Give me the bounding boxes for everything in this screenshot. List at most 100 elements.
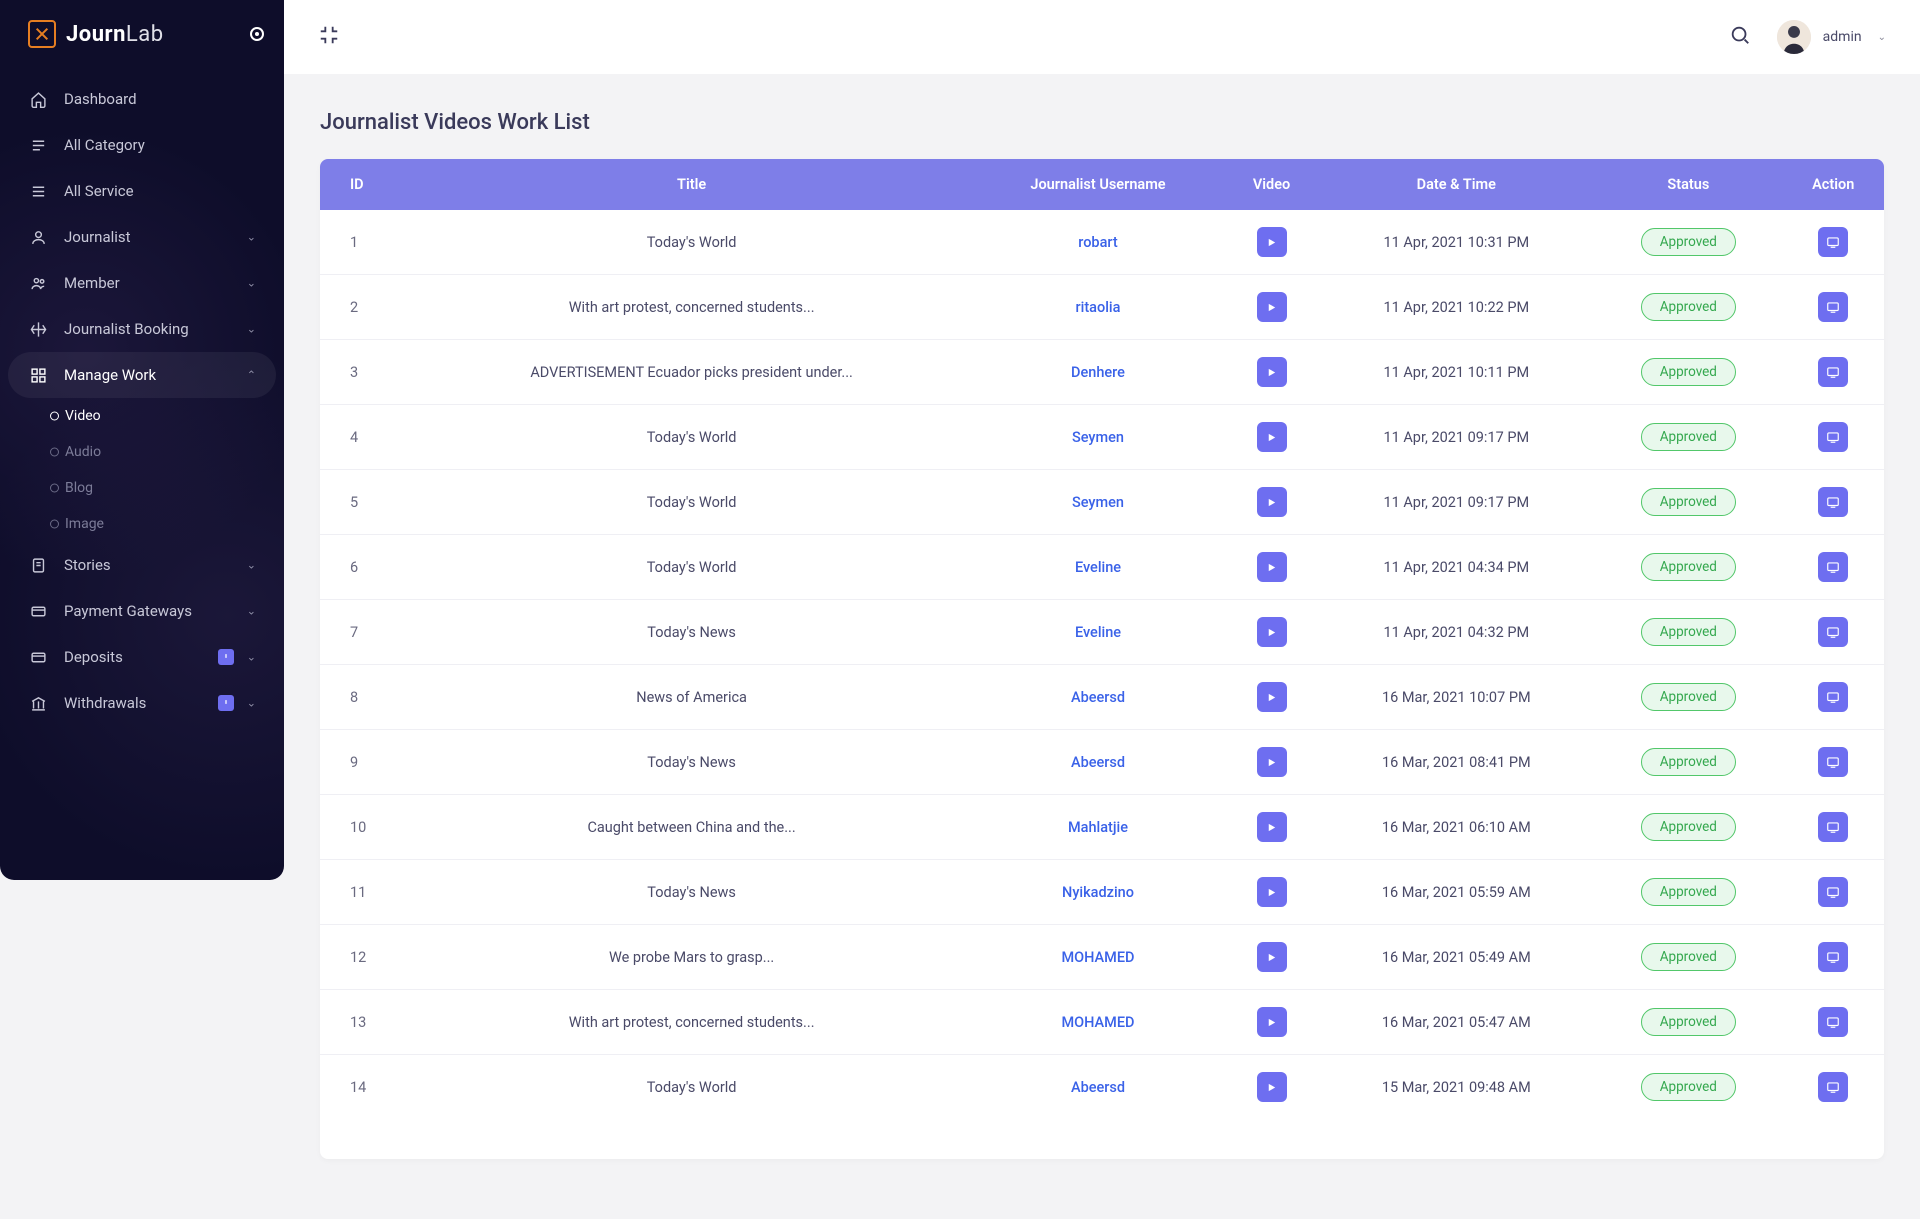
- view-button[interactable]: [1818, 292, 1848, 322]
- videos-table: ID Title Journalist Username Video Date …: [320, 159, 1884, 1119]
- sidebar-item-label: Stories: [64, 556, 111, 574]
- sidebar-item-all-service[interactable]: All Service: [8, 168, 276, 214]
- cell-action: [1782, 730, 1884, 795]
- cell-id: 5: [320, 470, 412, 535]
- username-link[interactable]: Abeersd: [1071, 689, 1125, 706]
- sidebar-subitem-label: Video: [65, 408, 101, 424]
- sidebar-item-all-category[interactable]: All Category: [8, 122, 276, 168]
- username-link[interactable]: Seymen: [1072, 494, 1124, 511]
- cell-datetime: 11 Apr, 2021 10:11 PM: [1318, 340, 1594, 405]
- chevron-down-icon: ⌄: [247, 697, 256, 710]
- view-button[interactable]: [1818, 617, 1848, 647]
- sidebar-item-label: All Service: [64, 182, 134, 200]
- cell-datetime: 16 Mar, 2021 05:49 AM: [1318, 925, 1594, 990]
- sidebar-subitem-blog[interactable]: Blog: [28, 470, 276, 506]
- play-button[interactable]: [1257, 487, 1287, 517]
- brand-logo[interactable]: JournLab: [0, 0, 284, 76]
- cell-id: 13: [320, 990, 412, 1055]
- table-row: 13 With art protest, concerned students.…: [320, 990, 1884, 1055]
- view-button[interactable]: [1818, 877, 1848, 907]
- cell-datetime: 15 Mar, 2021 09:48 AM: [1318, 1055, 1594, 1120]
- cell-status: Approved: [1594, 470, 1782, 535]
- sidebar-item-journalist[interactable]: Journalist ⌄: [8, 214, 276, 260]
- sidebar-item-member[interactable]: Member ⌄: [8, 260, 276, 306]
- view-button[interactable]: [1818, 227, 1848, 257]
- sidebar-item-withdrawals[interactable]: Withdrawals ⌄: [8, 680, 276, 726]
- status-badge: Approved: [1641, 423, 1736, 451]
- collapse-sidebar-button[interactable]: [318, 24, 340, 50]
- cell-username: ritaolia: [971, 275, 1224, 340]
- cell-title: Today's World: [412, 210, 971, 275]
- chevron-down-icon: ⌄: [1878, 32, 1886, 43]
- sidebar-subitem-video[interactable]: Video: [28, 398, 276, 434]
- username-link[interactable]: Mahlatjie: [1068, 819, 1128, 836]
- grid-icon: [28, 367, 48, 384]
- sidebar-item-manage-work[interactable]: Manage Work ⌃: [8, 352, 276, 398]
- cell-id: 12: [320, 925, 412, 990]
- cell-id: 11: [320, 860, 412, 925]
- cell-username: Abeersd: [971, 665, 1224, 730]
- sidebar-subitem-image[interactable]: Image: [28, 506, 276, 542]
- cell-datetime: 11 Apr, 2021 09:17 PM: [1318, 405, 1594, 470]
- sidebar-item-journalist-booking[interactable]: Journalist Booking ⌄: [8, 306, 276, 352]
- username-link[interactable]: Eveline: [1075, 624, 1121, 641]
- cell-status: Approved: [1594, 665, 1782, 730]
- play-button[interactable]: [1257, 292, 1287, 322]
- play-button[interactable]: [1257, 1072, 1287, 1102]
- cell-username: MOHAMED: [971, 990, 1224, 1055]
- username-link[interactable]: Nyikadzino: [1062, 884, 1134, 901]
- chevron-down-icon: ⌄: [247, 231, 256, 244]
- view-button[interactable]: [1818, 942, 1848, 972]
- username-link[interactable]: Eveline: [1075, 559, 1121, 576]
- view-button[interactable]: [1818, 422, 1848, 452]
- search-button[interactable]: [1729, 24, 1751, 50]
- username-link[interactable]: MOHAMED: [1061, 949, 1134, 966]
- user-menu[interactable]: admin ⌄: [1777, 20, 1886, 54]
- username-link[interactable]: Denhere: [1071, 364, 1125, 381]
- play-button[interactable]: [1257, 877, 1287, 907]
- status-badge: Approved: [1641, 813, 1736, 841]
- play-button[interactable]: [1257, 942, 1287, 972]
- view-button[interactable]: [1818, 747, 1848, 777]
- sidebar-toggle-icon[interactable]: [250, 27, 264, 41]
- sidebar-item-stories[interactable]: Stories ⌄: [8, 542, 276, 588]
- cell-id: 9: [320, 730, 412, 795]
- play-button[interactable]: [1257, 812, 1287, 842]
- table-row: 9 Today's News Abeersd 16 Mar, 2021 08:4…: [320, 730, 1884, 795]
- view-button[interactable]: [1818, 812, 1848, 842]
- cell-title: Today's World: [412, 1055, 971, 1120]
- view-button[interactable]: [1818, 1007, 1848, 1037]
- view-button[interactable]: [1818, 357, 1848, 387]
- status-badge: Approved: [1641, 618, 1736, 646]
- play-button[interactable]: [1257, 617, 1287, 647]
- username-link[interactable]: Abeersd: [1071, 754, 1125, 771]
- view-button[interactable]: [1818, 552, 1848, 582]
- play-button[interactable]: [1257, 682, 1287, 712]
- view-button[interactable]: [1818, 1072, 1848, 1102]
- table-card: ID Title Journalist Username Video Date …: [320, 159, 1884, 1159]
- sidebar-item-deposits[interactable]: Deposits ⌄: [8, 634, 276, 680]
- cell-username: Eveline: [971, 600, 1224, 665]
- sidebar-item-payment-gateways[interactable]: Payment Gateways ⌄: [8, 588, 276, 634]
- play-button[interactable]: [1257, 1007, 1287, 1037]
- table-row: 6 Today's World Eveline 11 Apr, 2021 04:…: [320, 535, 1884, 600]
- sidebar-subitem-label: Blog: [65, 480, 93, 496]
- play-button[interactable]: [1257, 422, 1287, 452]
- username-link[interactable]: Seymen: [1072, 429, 1124, 446]
- username-link[interactable]: Abeersd: [1071, 1079, 1125, 1096]
- view-button[interactable]: [1818, 487, 1848, 517]
- sidebar-item-dashboard[interactable]: Dashboard: [8, 76, 276, 122]
- view-button[interactable]: [1818, 682, 1848, 712]
- cell-datetime: 11 Apr, 2021 10:22 PM: [1318, 275, 1594, 340]
- username-link[interactable]: MOHAMED: [1061, 1014, 1134, 1031]
- sidebar-subitem-audio[interactable]: Audio: [28, 434, 276, 470]
- cell-datetime: 11 Apr, 2021 04:32 PM: [1318, 600, 1594, 665]
- play-button[interactable]: [1257, 552, 1287, 582]
- cell-action: [1782, 925, 1884, 990]
- status-badge: Approved: [1641, 293, 1736, 321]
- play-button[interactable]: [1257, 747, 1287, 777]
- username-link[interactable]: ritaolia: [1076, 299, 1121, 316]
- play-button[interactable]: [1257, 357, 1287, 387]
- username-link[interactable]: robart: [1078, 234, 1117, 251]
- play-button[interactable]: [1257, 227, 1287, 257]
